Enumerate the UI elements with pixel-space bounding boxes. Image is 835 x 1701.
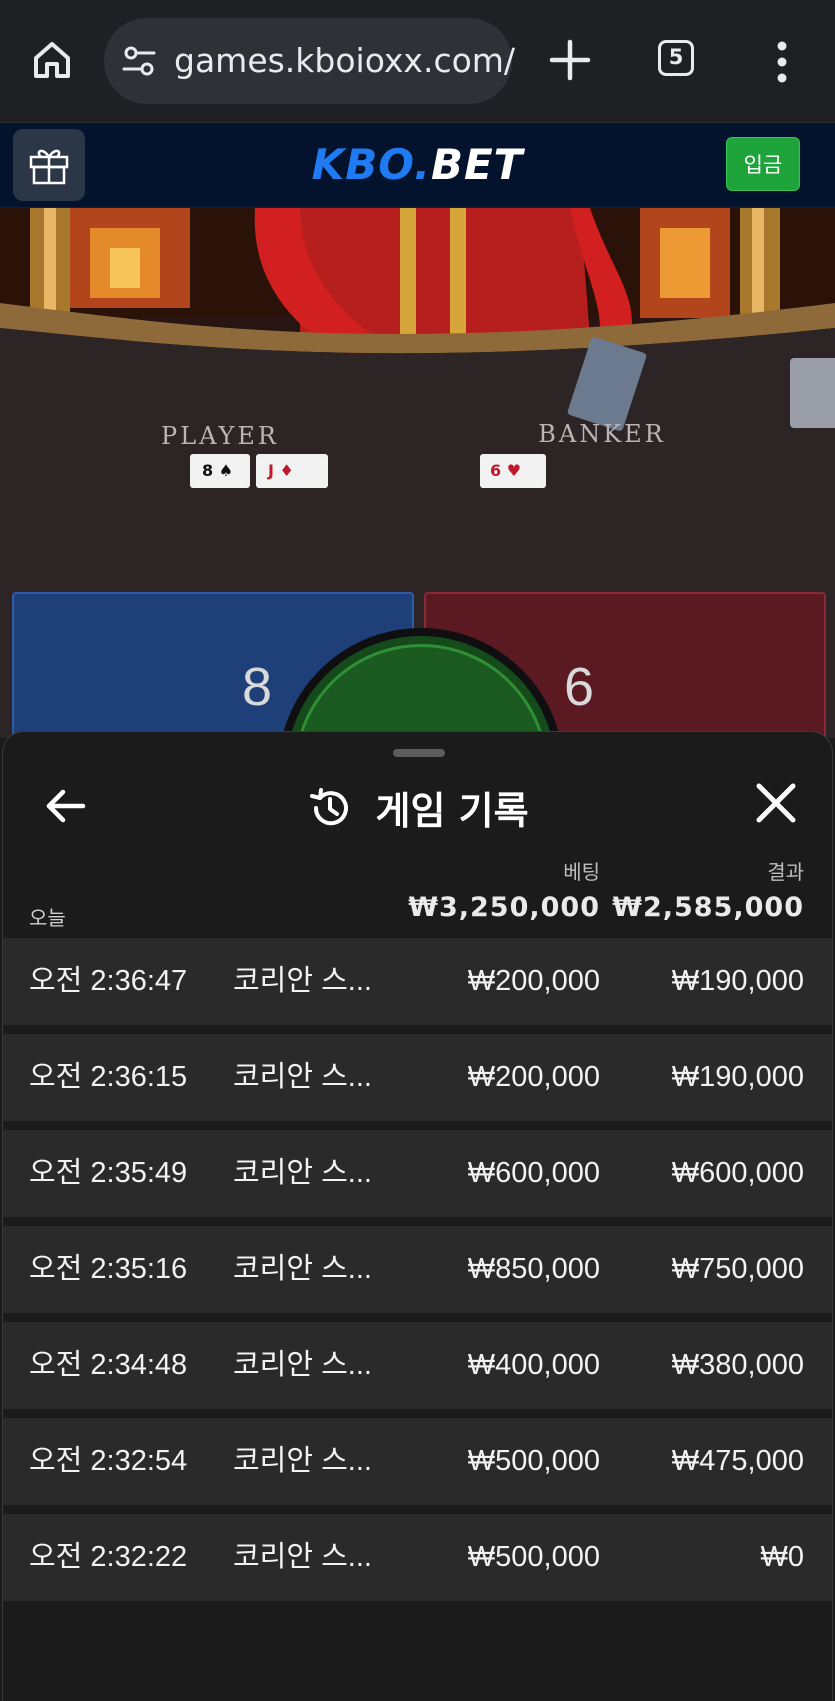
row-bet: ₩200,000	[467, 965, 600, 997]
address-bar[interactable]: games.kboioxx.com/	[104, 18, 515, 104]
sheet-header: 게임 기록	[3, 780, 834, 833]
history-list: 오전 2:36:47 코리안 스... ₩200,000 ₩190,000 오전…	[3, 938, 832, 1610]
row-time: 오전 2:35:49	[29, 1157, 188, 1189]
row-result: ₩0	[760, 1541, 805, 1573]
row-bet: ₩500,000	[467, 1445, 600, 1477]
row-game: 코리안 스...	[233, 1061, 372, 1093]
svg-text:8 ♠: 8 ♠	[202, 461, 233, 480]
row-bet: ₩600,000	[467, 1157, 600, 1189]
row-result: ₩750,000	[671, 1253, 804, 1285]
row-time: 오전 2:36:47	[29, 965, 188, 997]
bet-column-header: 베팅	[563, 860, 600, 884]
row-bet: ₩850,000	[467, 1253, 600, 1285]
row-game: 코리안 스...	[233, 1157, 372, 1189]
history-row[interactable]: 오전 2:32:54 코리안 스... ₩500,000 ₩475,000	[3, 1418, 832, 1505]
row-game: 코리안 스...	[233, 1445, 372, 1477]
sheet-title: 게임 기록	[375, 789, 529, 833]
logo-kbo-text: KBO	[311, 140, 414, 189]
row-time: 오전 2:36:15	[29, 1061, 188, 1093]
url-text[interactable]: games.kboioxx.com/	[174, 18, 515, 104]
game-history-sheet: 게임 기록 베팅 결과 오늘 ₩3,250,000 ₩2,585,000 오전 …	[2, 731, 833, 1701]
tab-switcher-button[interactable]: 5	[658, 40, 694, 76]
tie-inner-ring	[294, 644, 548, 738]
row-game: 코리안 스...	[233, 1349, 372, 1381]
row-time: 오전 2:35:16	[29, 1253, 188, 1285]
close-icon[interactable]	[753, 780, 799, 826]
row-bet: ₩500,000	[467, 1541, 600, 1573]
row-game: 코리안 스...	[233, 1541, 372, 1573]
row-result: ₩475,000	[671, 1445, 804, 1477]
logo-dot-text: .	[414, 140, 431, 189]
drag-handle[interactable]	[393, 749, 445, 757]
svg-text:J ♦: J ♦	[267, 461, 294, 480]
home-icon[interactable]	[28, 36, 76, 84]
player-felt-label: PLAYER	[161, 422, 279, 450]
player-score: 8	[241, 657, 272, 717]
row-time: 오전 2:32:22	[29, 1541, 188, 1573]
row-game: 코리안 스...	[233, 1253, 372, 1285]
history-row[interactable]: 오전 2:34:48 코리안 스... ₩400,000 ₩380,000	[3, 1322, 832, 1409]
more-vertical-icon[interactable]	[770, 38, 794, 86]
banker-score: 6	[564, 657, 595, 717]
plus-icon[interactable]	[548, 38, 592, 82]
row-result: ₩190,000	[671, 965, 804, 997]
row-bet: ₩200,000	[467, 1061, 600, 1093]
history-row[interactable]: 오전 2:36:15 코리안 스... ₩200,000 ₩190,000	[3, 1034, 832, 1121]
history-row[interactable]: 오전 2:32:22 코리안 스... ₩500,000 ₩0	[3, 1514, 832, 1601]
row-result: ₩380,000	[671, 1349, 804, 1381]
row-time: 오전 2:34:48	[29, 1349, 188, 1381]
history-row[interactable]: 오전 2:36:47 코리안 스... ₩200,000 ₩190,000	[3, 938, 832, 1025]
today-label: 오늘	[29, 906, 66, 930]
banker-felt-label: BANKER	[538, 420, 666, 448]
tune-icon[interactable]	[122, 44, 156, 78]
row-result: ₩600,000	[671, 1157, 804, 1189]
svg-text:6 ♥: 6 ♥	[490, 461, 521, 480]
result-column-header: 결과	[767, 860, 804, 884]
site-header: KBO.BET 입금	[0, 123, 835, 207]
row-game: 코리안 스...	[233, 965, 372, 997]
live-video[interactable]: PLAYER BANKER 8 ♠ J ♦ 6 ♥ 8 6	[0, 208, 835, 738]
site-logo[interactable]: KBO.BET	[0, 123, 835, 207]
logo-bet-text: BET	[430, 140, 524, 189]
deposit-button[interactable]: 입금	[726, 137, 800, 191]
row-time: 오전 2:32:54	[29, 1445, 188, 1477]
row-bet: ₩400,000	[467, 1349, 600, 1381]
row-result: ₩190,000	[671, 1061, 804, 1093]
history-row[interactable]: 오전 2:35:16 코리안 스... ₩850,000 ₩750,000	[3, 1226, 832, 1313]
total-result-amount: ₩2,585,000	[612, 892, 804, 923]
history-icon	[310, 787, 349, 825]
total-bet-amount: ₩3,250,000	[408, 892, 600, 923]
browser-toolbar: games.kboioxx.com/ 5	[0, 0, 835, 123]
history-row[interactable]: 오전 2:35:49 코리안 스... ₩600,000 ₩600,000	[3, 1130, 832, 1217]
